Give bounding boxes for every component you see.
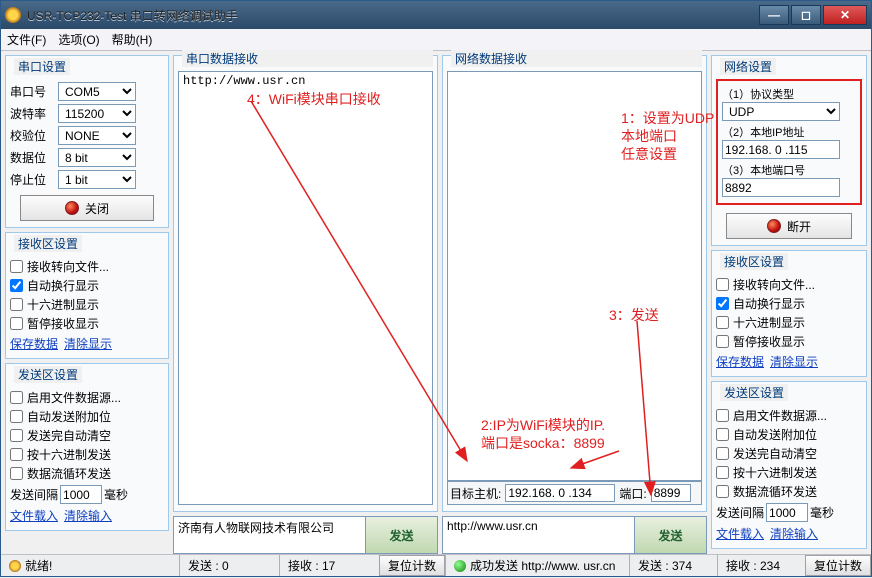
chk-pause-r[interactable] (716, 335, 729, 348)
status-recv-l: 接收 : 17 (288, 557, 335, 574)
serial-settings-group: 串口设置 串口号COM5 波特率115200 校验位NONE 数据位8 bit … (5, 55, 169, 228)
chk-file-src-r[interactable] (716, 409, 729, 422)
chk-auto-wrap-l[interactable] (10, 279, 23, 292)
chk-hexsend-l[interactable] (10, 448, 23, 461)
chk-append-r[interactable] (716, 428, 729, 441)
link-fileload-r[interactable]: 文件载入 (716, 525, 764, 542)
target-ip-input[interactable] (505, 484, 615, 502)
chk-append-l[interactable] (10, 410, 23, 423)
recv-settings-right-group: 接收区设置 接收转向文件... 自动换行显示 十六进制显示 暂停接收显示 保存数… (711, 250, 867, 377)
chk-file-src-l[interactable] (10, 391, 23, 404)
databits-select[interactable]: 8 bit (58, 148, 136, 167)
target-port-input[interactable] (651, 484, 691, 502)
chk-recv-to-file-r[interactable] (716, 278, 729, 291)
local-port-input[interactable] (722, 178, 840, 197)
status-dot-icon (65, 201, 79, 215)
net-send-row: http://www.usr.cn 发送 (442, 516, 707, 554)
interval-input-r[interactable] (766, 503, 808, 522)
status-recv-r: 接收 : 234 (726, 557, 780, 574)
local-ip-input[interactable] (722, 140, 840, 159)
serial-recv-group: 串口数据接收 http://www.usr.cn (173, 55, 438, 512)
chk-pause-l[interactable] (10, 317, 23, 330)
chk-hex-l[interactable] (10, 298, 23, 311)
menubar: 文件(F) 选项(O) 帮助(H) (1, 29, 871, 51)
titlebar: USR-TCP232-Test 串口转网络调试助手 — ◻ ✕ (1, 1, 871, 29)
link-clearinput-l[interactable]: 清除输入 (64, 507, 112, 524)
window-close-button[interactable]: ✕ (823, 5, 867, 25)
status-dot-icon (767, 219, 781, 233)
disconnect-button[interactable]: 断开 (726, 213, 852, 239)
baud-select[interactable]: 115200 (58, 104, 136, 123)
menu-file[interactable]: 文件(F) (7, 31, 46, 48)
serial-send-row: 济南有人物联网技术有限公司 发送 (173, 516, 438, 554)
net-recv-group: 网络数据接收 目标主机: 端口: (442, 55, 707, 512)
reset-count-r-button[interactable]: 复位计数 (805, 555, 871, 576)
minimize-button[interactable]: — (759, 5, 789, 25)
net-send-button[interactable]: 发送 (634, 517, 706, 553)
reset-count-l-button[interactable]: 复位计数 (379, 555, 445, 576)
serial-close-button[interactable]: 关闭 (20, 195, 154, 221)
link-clear-l[interactable]: 清除显示 (64, 335, 112, 352)
link-save-r[interactable]: 保存数据 (716, 353, 764, 370)
chk-auto-wrap-r[interactable] (716, 297, 729, 310)
serial-recv-textbox[interactable]: http://www.usr.cn (178, 71, 433, 505)
status-net-msg: 成功发送 http://www. usr.cn (470, 557, 615, 574)
menu-help[interactable]: 帮助(H) (112, 31, 153, 48)
net-recv-textbox[interactable] (447, 71, 702, 481)
stopbits-select[interactable]: 1 bit (58, 170, 136, 189)
chk-loop-r[interactable] (716, 485, 729, 498)
chk-autoclear-l[interactable] (10, 429, 23, 442)
statusbar: 就绪! 发送 : 0 接收 : 17 复位计数 成功发送 http://www.… (1, 554, 871, 576)
net-settings-group: 网络设置 （1）协议类型 UDP （2）本地IP地址 （3）本地端口号 断开 (711, 55, 867, 246)
serial-port-select[interactable]: COM5 (58, 82, 136, 101)
link-clear-r[interactable]: 清除显示 (770, 353, 818, 370)
status-sent-l: 发送 : 0 (188, 557, 229, 574)
window-title: USR-TCP232-Test 串口转网络调试助手 (27, 7, 759, 24)
chk-hex-r[interactable] (716, 316, 729, 329)
status-sent-r: 发送 : 374 (638, 557, 692, 574)
parity-select[interactable]: NONE (58, 126, 136, 145)
chk-recv-to-file-l[interactable] (10, 260, 23, 273)
chk-hexsend-r[interactable] (716, 466, 729, 479)
serial-send-button[interactable]: 发送 (365, 517, 437, 553)
serial-send-input[interactable]: 济南有人物联网技术有限公司 (174, 517, 365, 553)
link-clearinput-r[interactable]: 清除输入 (770, 525, 818, 542)
success-icon (454, 560, 466, 572)
link-fileload-l[interactable]: 文件载入 (10, 507, 58, 524)
net-send-input[interactable]: http://www.usr.cn (443, 517, 634, 553)
chk-autoclear-r[interactable] (716, 447, 729, 460)
menu-options[interactable]: 选项(O) (58, 31, 99, 48)
chk-loop-l[interactable] (10, 467, 23, 480)
send-settings-left-group: 发送区设置 启用文件数据源... 自动发送附加位 发送完自动清空 按十六进制发送… (5, 363, 169, 531)
app-icon (5, 7, 21, 23)
protocol-select[interactable]: UDP (722, 102, 840, 121)
link-save-l[interactable]: 保存数据 (10, 335, 58, 352)
send-settings-right-group: 发送区设置 启用文件数据源... 自动发送附加位 发送完自动清空 按十六进制发送… (711, 381, 867, 549)
recv-settings-left-group: 接收区设置 接收转向文件... 自动换行显示 十六进制显示 暂停接收显示 保存数… (5, 232, 169, 359)
interval-input-l[interactable] (60, 485, 102, 504)
maximize-button[interactable]: ◻ (791, 5, 821, 25)
status-icon (9, 560, 21, 572)
